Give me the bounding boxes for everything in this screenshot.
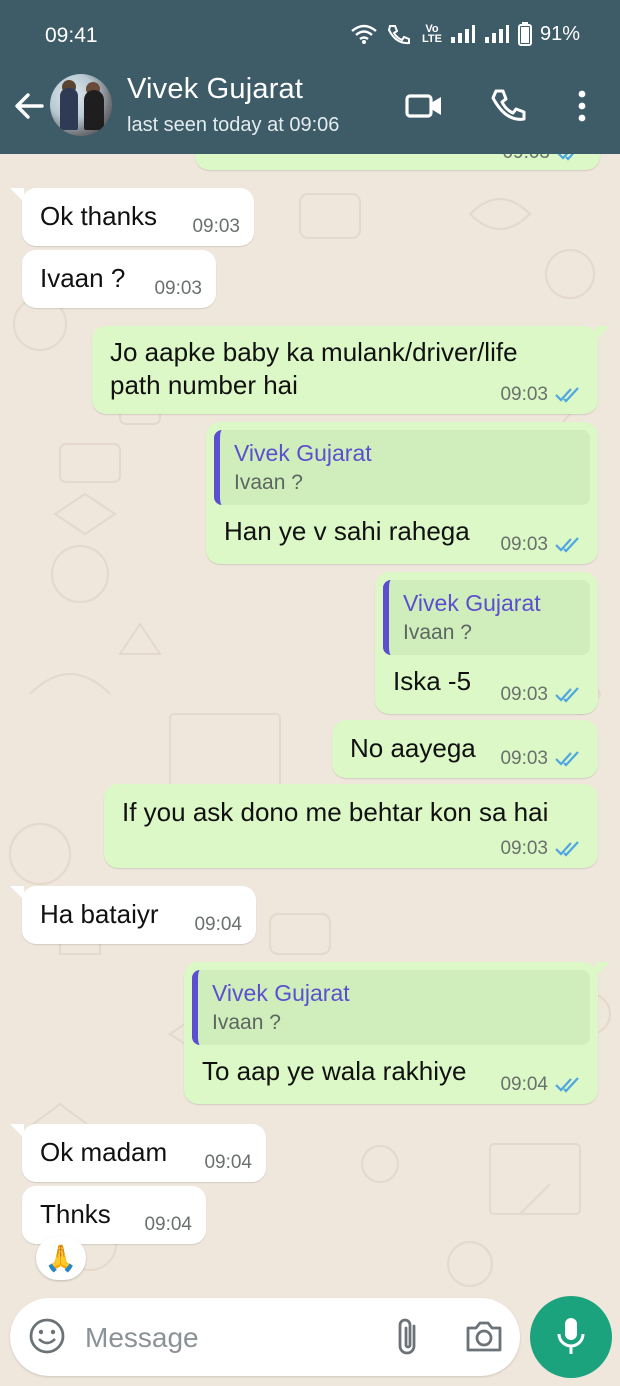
read-receipt-icon: [555, 537, 579, 553]
message-meta: 09:03: [500, 684, 584, 706]
composer-bar: Message: [0, 1294, 620, 1386]
message-time: 09:04: [194, 914, 242, 935]
read-receipt-icon: [555, 387, 579, 403]
quoted-sender: Vivek Gujarat: [403, 590, 541, 616]
message-bubble-outgoing[interactable]: Vivek Gujarat Ivaan ? To aap ye wala rak…: [184, 962, 598, 1104]
message-meta: 09:03: [500, 534, 584, 556]
wifi-icon: [351, 24, 377, 44]
more-options-icon[interactable]: [562, 86, 602, 126]
bubble-tail: [10, 886, 24, 900]
wifi-calling-icon: [387, 25, 410, 45]
message-time: 09:03: [500, 534, 548, 555]
message-time: 09:03: [500, 684, 548, 705]
message-bubble-incoming[interactable]: Ok madam 09:04: [22, 1124, 266, 1182]
message-time: 09:03: [192, 216, 240, 237]
camera-icon[interactable]: [464, 1318, 504, 1354]
quoted-text: Ivaan ?: [403, 621, 472, 644]
bubble-tail: [10, 1124, 24, 1138]
message-bubble-incoming[interactable]: Ivaan ? 09:03: [22, 250, 216, 308]
status-icons: Vo LTE 91%: [350, 22, 580, 46]
message-reaction[interactable]: 🙏: [36, 1236, 86, 1280]
voice-call-icon[interactable]: [488, 86, 528, 126]
message-bubble-incoming[interactable]: Ok thanks 09:03: [22, 188, 254, 246]
message-text: Han ye v sahi rahega: [224, 516, 470, 546]
read-receipt-icon: [555, 841, 579, 857]
message-meta: 09:04: [194, 914, 242, 936]
read-receipt-icon: [555, 687, 579, 703]
back-arrow-icon[interactable]: [10, 86, 50, 126]
message-text-line-1: Jo aapke baby ka mulank/driver/life: [110, 337, 518, 367]
message-input[interactable]: Message: [85, 1322, 199, 1354]
video-call-icon[interactable]: [404, 86, 444, 126]
message-time: 09:03: [500, 384, 548, 405]
battery-icon: [517, 22, 532, 46]
quoted-message[interactable]: Vivek Gujarat Ivaan ?: [192, 970, 590, 1045]
chat-area[interactable]: 09:03 Ok thanks 09:03 Ivaan ? 09:03 Jo a…: [0, 154, 620, 1294]
message-text: If you ask dono me behtar kon sa hai: [122, 797, 549, 827]
message-bubble-outgoing[interactable]: Vivek Gujarat Ivaan ? Han ye v sahi rahe…: [206, 422, 598, 564]
message-text: To aap ye wala rakhiye: [202, 1056, 467, 1086]
message-time: 09:03: [500, 838, 548, 859]
message-meta: 09:04: [500, 1074, 584, 1096]
message-meta: 09:03: [154, 278, 202, 300]
contact-name[interactable]: Vivek Gujarat: [127, 73, 303, 106]
message-text: Thnks: [40, 1199, 111, 1229]
read-receipt-icon: [555, 751, 579, 767]
message-bubble-outgoing[interactable]: Vivek Gujarat Ivaan ? Iska -5 09:03: [375, 572, 598, 714]
message-text: No aayega: [350, 733, 476, 763]
quoted-message[interactable]: Vivek Gujarat Ivaan ?: [383, 580, 590, 655]
message-bubble-incoming[interactable]: Ha bataiyr 09:04: [22, 886, 256, 944]
message-text-line-2: path number hai: [110, 370, 298, 400]
signal-icon-1: [450, 25, 475, 43]
message-bubble-outgoing[interactable]: No aayega 09:03: [332, 720, 598, 778]
status-bar: 09:41 Vo LTE 91%: [0, 0, 620, 68]
attach-icon[interactable]: [390, 1316, 424, 1358]
mic-button[interactable]: [530, 1296, 612, 1378]
message-meta: 09:03: [500, 384, 584, 406]
message-text: Ha bataiyr: [40, 899, 159, 929]
quoted-sender: Vivek Gujarat: [234, 440, 372, 466]
volte-label: Vo LTE: [421, 23, 442, 45]
message-time: 09:03: [500, 748, 548, 769]
message-text: Ok thanks: [40, 201, 158, 231]
message-input-container[interactable]: Message: [10, 1298, 520, 1376]
message-time: 09:03: [154, 278, 202, 299]
mic-icon: [557, 1318, 585, 1354]
message-text: Ivaan ?: [40, 263, 126, 293]
chat-header: Vivek Gujarat last seen today at 09:06: [0, 68, 620, 154]
message-meta: 09:03: [500, 748, 584, 770]
message-time: 09:04: [204, 1152, 252, 1173]
bubble-tail: [596, 326, 610, 340]
message-text: Ok madam: [40, 1137, 168, 1167]
quoted-message[interactable]: Vivek Gujarat Ivaan ?: [214, 430, 590, 505]
last-seen-status[interactable]: last seen today at 09:06: [127, 114, 339, 137]
message-time: 09:04: [500, 1074, 548, 1095]
message-meta: 09:04: [204, 1152, 252, 1174]
status-time: 09:41: [45, 24, 98, 47]
emoji-icon[interactable]: [28, 1317, 66, 1355]
message-bubble-incoming[interactable]: Thnks 09:04: [22, 1186, 206, 1244]
message-meta: 09:03: [192, 216, 240, 238]
bubble-tail: [10, 188, 24, 202]
message-meta: 09:04: [144, 1214, 192, 1236]
bubble-tail: [596, 962, 610, 976]
message-bubble-outgoing[interactable]: If you ask dono me behtar kon sa hai 09:…: [104, 784, 598, 868]
read-receipt-icon: [557, 154, 575, 161]
message-meta: 09:03: [502, 154, 586, 164]
message-time: 09:03: [502, 154, 550, 164]
message-text: Iska -5: [393, 666, 472, 696]
quoted-text: Ivaan ?: [234, 471, 303, 494]
message-bubble-outgoing[interactable]: 09:03: [195, 154, 600, 170]
quoted-sender: Vivek Gujarat: [212, 980, 350, 1006]
quoted-text: Ivaan ?: [212, 1011, 281, 1034]
avatar[interactable]: [50, 74, 112, 136]
signal-icon-2: [484, 25, 509, 43]
read-receipt-icon: [555, 1077, 579, 1093]
message-meta: 09:03: [500, 838, 584, 860]
message-bubble-outgoing[interactable]: Jo aapke baby ka mulank/driver/life path…: [92, 326, 598, 414]
message-time: 09:04: [144, 1214, 192, 1235]
battery-percent: 91%: [539, 22, 580, 45]
